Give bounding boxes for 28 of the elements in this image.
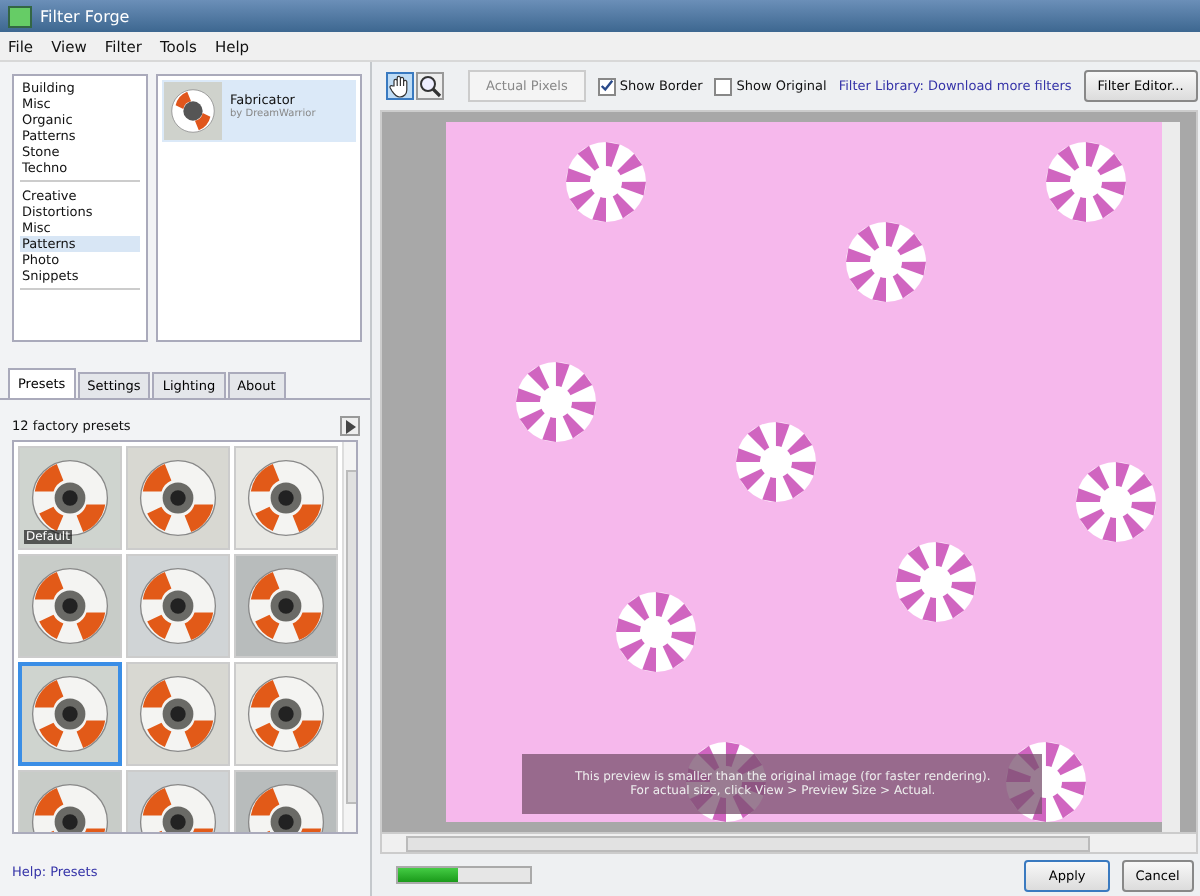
candy-drawing — [736, 422, 817, 502]
preset-thumbnail[interactable] — [18, 662, 122, 766]
vertical-scrollbar[interactable] — [342, 442, 356, 832]
menu-arrow-button[interactable] — [340, 416, 360, 436]
app-icon — [8, 5, 32, 27]
show-border-checkbox[interactable] — [597, 77, 616, 95]
candy-drawing — [1046, 142, 1127, 222]
preset-thumbnail[interactable] — [126, 554, 230, 658]
window-title: Filter Forge — [40, 7, 130, 25]
preset-thumbnail[interactable] — [234, 554, 338, 658]
candy-drawing — [896, 542, 977, 622]
candy-drawing — [516, 362, 597, 442]
candy-drawing — [1076, 462, 1157, 542]
preset-thumbnail[interactable] — [126, 446, 230, 550]
candy-drawing — [566, 142, 647, 222]
zoom-tool-icon[interactable] — [416, 72, 444, 100]
candy-drawing — [616, 592, 697, 672]
horizontal-scrollbar[interactable] — [382, 832, 1196, 852]
preset-thumbnail[interactable] — [126, 662, 230, 766]
vertical-scrollbar[interactable] — [1162, 122, 1181, 832]
lifebuoy-thumbnail — [164, 82, 222, 140]
preset-thumbnail[interactable] — [234, 662, 338, 766]
preset-thumbnail[interactable] — [18, 554, 122, 658]
preset-thumbnail[interactable] — [234, 446, 338, 550]
hand-tool-icon[interactable] — [386, 72, 414, 100]
candy-drawing — [846, 222, 927, 302]
progress-bar — [396, 866, 532, 884]
show-original-checkbox[interactable] — [714, 77, 733, 95]
